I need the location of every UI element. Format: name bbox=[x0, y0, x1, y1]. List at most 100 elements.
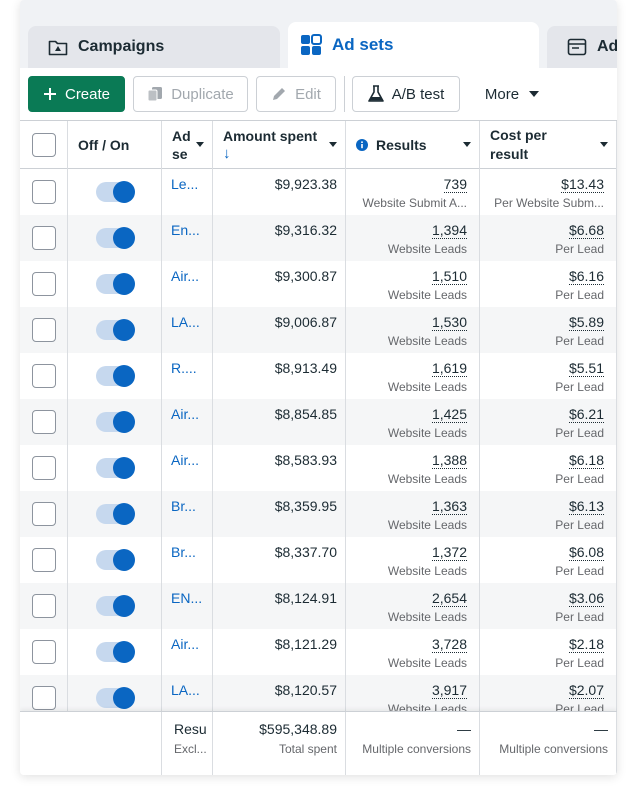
create-button[interactable]: Create bbox=[28, 76, 125, 112]
cost-per-result-value[interactable]: $6.68 bbox=[568, 223, 604, 239]
ad-set-name-link[interactable]: EN... bbox=[171, 590, 207, 606]
results-value[interactable]: 1,363 bbox=[431, 499, 467, 515]
amount-spent-value: $8,913.49 bbox=[274, 360, 337, 376]
row-amount-cell: $9,923.38 bbox=[213, 169, 346, 215]
delivery-toggle[interactable] bbox=[96, 181, 135, 203]
cost-per-result-value[interactable]: $6.18 bbox=[568, 453, 604, 469]
delivery-toggle[interactable] bbox=[96, 319, 135, 341]
results-value[interactable]: 1,388 bbox=[431, 453, 467, 469]
row-checkbox[interactable] bbox=[32, 410, 56, 434]
header-ad-set-name[interactable]: Ad se bbox=[162, 121, 213, 169]
cost-per-result-type: Per Lead bbox=[555, 518, 604, 532]
delivery-toggle[interactable] bbox=[96, 365, 135, 387]
table-row[interactable]: Air... $9,300.87 1,510 Website Leads $6.16 Pe… bbox=[20, 261, 617, 307]
more-dropdown[interactable]: More bbox=[472, 76, 552, 112]
delivery-toggle[interactable] bbox=[96, 411, 135, 433]
cost-per-result-value[interactable]: $13.43 bbox=[561, 177, 604, 193]
table-row[interactable]: Br... $8,359.95 1,363 Website Leads $6.13 Per… bbox=[20, 491, 617, 537]
ad-set-name-link[interactable]: Le... bbox=[171, 176, 207, 192]
row-checkbox[interactable] bbox=[32, 502, 56, 526]
amount-spent-value: $9,006.87 bbox=[274, 314, 337, 330]
row-checkbox[interactable] bbox=[32, 456, 56, 480]
results-value[interactable]: 1,394 bbox=[431, 223, 467, 239]
table-row[interactable]: R.... $8,913.49 1,619 Website Leads $5.51 Per… bbox=[20, 353, 617, 399]
table-row[interactable]: LA... $9,006.87 1,530 Website Leads $5.89 Per… bbox=[20, 307, 617, 353]
ad-set-name-link[interactable]: LA... bbox=[171, 682, 207, 698]
results-value[interactable]: 3,917 bbox=[431, 683, 467, 699]
table-row[interactable]: Air... $8,121.29 3,728 Website Leads $2.18 Pe… bbox=[20, 629, 617, 675]
row-checkbox[interactable] bbox=[32, 272, 56, 296]
tab-ads[interactable]: Ads bbox=[547, 26, 617, 68]
ad-set-name-link[interactable]: Air... bbox=[171, 636, 207, 652]
row-checkbox[interactable] bbox=[32, 180, 56, 204]
row-checkbox[interactable] bbox=[32, 548, 56, 572]
ad-set-name-link[interactable]: Air... bbox=[171, 406, 207, 422]
ad-set-name-link[interactable]: En... bbox=[171, 222, 207, 238]
row-select-cell bbox=[20, 353, 68, 399]
toggle-knob bbox=[113, 457, 135, 479]
header-cost-per-result[interactable]: Cost per result bbox=[480, 121, 617, 169]
row-checkbox[interactable] bbox=[32, 318, 56, 342]
cost-per-result-value[interactable]: $6.16 bbox=[568, 269, 604, 285]
table-row[interactable]: Br... $8,337.70 1,372 Website Leads $6.08 Per… bbox=[20, 537, 617, 583]
edit-button[interactable]: Edit bbox=[256, 76, 336, 112]
row-checkbox[interactable] bbox=[32, 364, 56, 388]
row-checkbox[interactable] bbox=[32, 686, 56, 710]
ad-set-name-link[interactable]: Br... bbox=[171, 544, 207, 560]
cost-per-result-value[interactable]: $2.18 bbox=[568, 637, 604, 653]
table-row[interactable]: EN... $8,124.91 2,654 Website Leads $3.06 Per… bbox=[20, 583, 617, 629]
table-row[interactable]: Le... $9,923.38 739 Website Submit A... $13.… bbox=[20, 169, 617, 215]
results-value[interactable]: 1,425 bbox=[431, 407, 467, 423]
info-icon[interactable] bbox=[356, 139, 368, 151]
delivery-toggle[interactable] bbox=[96, 641, 135, 663]
delivery-toggle[interactable] bbox=[96, 503, 135, 525]
results-type: Website Leads bbox=[387, 288, 467, 302]
cost-per-result-value[interactable]: $6.08 bbox=[568, 545, 604, 561]
row-name-cell: LA... bbox=[162, 675, 213, 711]
delivery-toggle[interactable] bbox=[96, 273, 135, 295]
cost-per-result-value[interactable]: $5.51 bbox=[568, 361, 604, 377]
row-cost-cell: $5.51 Per Lead bbox=[480, 353, 617, 399]
delivery-toggle[interactable] bbox=[96, 687, 135, 709]
cost-per-result-value[interactable]: $2.07 bbox=[568, 683, 604, 699]
table-row[interactable]: En... $9,316.32 1,394 Website Leads $6.68 Per… bbox=[20, 215, 617, 261]
row-checkbox[interactable] bbox=[32, 226, 56, 250]
row-checkbox[interactable] bbox=[32, 594, 56, 618]
delivery-toggle[interactable] bbox=[96, 549, 135, 571]
ad-set-name-link[interactable]: Air... bbox=[171, 268, 207, 284]
tab-ad-sets[interactable]: Ad sets bbox=[288, 22, 539, 68]
cost-per-result-value[interactable]: $3.06 bbox=[568, 591, 604, 607]
ad-set-name-link[interactable]: R.... bbox=[171, 360, 207, 376]
ad-set-name-link[interactable]: LA... bbox=[171, 314, 207, 330]
footer-blank-cell bbox=[20, 712, 162, 775]
delivery-toggle[interactable] bbox=[96, 595, 135, 617]
amount-spent-value: $9,923.38 bbox=[274, 176, 337, 192]
results-value[interactable]: 2,654 bbox=[431, 591, 467, 607]
duplicate-button[interactable]: Duplicate bbox=[133, 76, 248, 112]
table-row[interactable]: Air... $8,854.85 1,425 Website Leads $6.21 Pe… bbox=[20, 399, 617, 445]
results-value[interactable]: 3,728 bbox=[431, 637, 467, 653]
ab-test-button[interactable]: A/B test bbox=[352, 76, 460, 112]
cost-per-result-type: Per Website Subm... bbox=[494, 196, 604, 210]
row-checkbox[interactable] bbox=[32, 640, 56, 664]
table-row[interactable]: Air... $8,583.93 1,388 Website Leads $6.18 Pe… bbox=[20, 445, 617, 491]
cost-per-result-value[interactable]: $6.21 bbox=[568, 407, 604, 423]
cost-per-result-value[interactable]: $5.89 bbox=[568, 315, 604, 331]
select-all-checkbox[interactable] bbox=[32, 133, 56, 157]
sort-descending-icon[interactable]: ↓ bbox=[223, 145, 231, 163]
results-value[interactable]: 1,372 bbox=[431, 545, 467, 561]
results-value[interactable]: 1,510 bbox=[431, 269, 467, 285]
table-row[interactable]: LA... $8,120.57 3,917 Website Leads $2.07 Per… bbox=[20, 675, 617, 711]
results-value[interactable]: 739 bbox=[443, 177, 467, 193]
tab-campaigns[interactable]: Campaigns bbox=[28, 26, 280, 68]
delivery-toggle[interactable] bbox=[96, 227, 135, 249]
results-value[interactable]: 1,530 bbox=[431, 315, 467, 331]
ad-set-name-link[interactable]: Air... bbox=[171, 452, 207, 468]
cost-per-result-value[interactable]: $6.13 bbox=[568, 499, 604, 515]
delivery-toggle[interactable] bbox=[96, 457, 135, 479]
ad-set-name-link[interactable]: Br... bbox=[171, 498, 207, 514]
results-value[interactable]: 1,619 bbox=[431, 361, 467, 377]
header-off-on[interactable]: Off / On bbox=[68, 121, 162, 169]
header-results[interactable]: Results bbox=[346, 121, 480, 169]
header-amount-spent[interactable]: Amount spent ↓ bbox=[213, 121, 346, 169]
